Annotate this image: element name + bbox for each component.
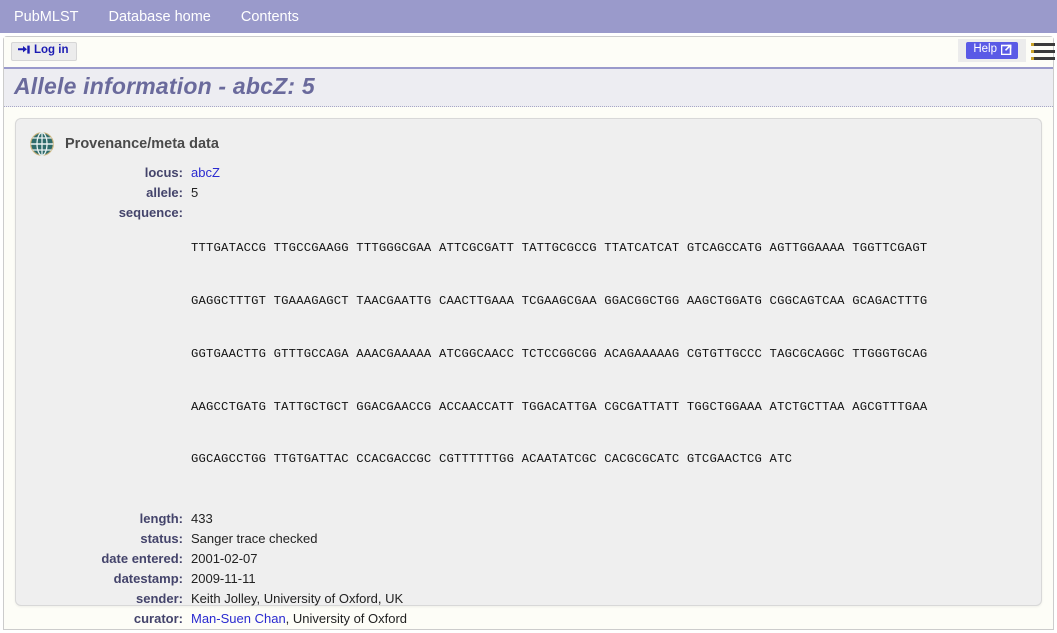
- globe-icon: [29, 131, 55, 157]
- provenance-heading: Provenance/meta data: [65, 136, 219, 152]
- field-value-sender: Keith Jolley, University of Oxford, UK: [191, 591, 404, 607]
- field-label-locus: locus:: [144, 165, 183, 180]
- sequence-value: TTTGATACCG TTGCCGAAGG TTTGGGCGAA ATTCGCG…: [191, 205, 927, 504]
- page-title-bar: Allele information - abcZ: 5: [4, 67, 1053, 107]
- top-navigation-bar: PubMLST Database home Contents: [0, 0, 1057, 33]
- field-label-datestamp: datestamp:: [113, 571, 183, 587]
- field-row-sender: sender: Keith Jolley, University of Oxfo…: [16, 591, 1041, 606]
- field-label-date-entered: date entered:: [101, 551, 183, 567]
- field-label-curator: curator:: [133, 611, 183, 627]
- field-row-locus: locus: abcZ: [16, 165, 1041, 180]
- sequence-line: GAGGCTTTGT TGAAAGAGCT TAACGAATTG CAACTTG…: [191, 293, 928, 308]
- field-label-allele: allele:: [146, 185, 183, 200]
- external-link-icon: [1000, 44, 1012, 56]
- field-row-date-entered: date entered: 2001-02-07: [16, 551, 1041, 566]
- field-value-date-entered: 2001-02-07: [191, 551, 258, 567]
- locus-link[interactable]: abcZ: [191, 165, 220, 180]
- field-label-status: status:: [140, 531, 183, 547]
- field-value-status: Sanger trace checked: [191, 531, 318, 547]
- provenance-section-header: Provenance/meta data: [16, 131, 1041, 157]
- hamburger-menu-icon[interactable]: [1029, 42, 1055, 60]
- help-button-container: Help: [958, 39, 1026, 62]
- login-button-label: Log in: [34, 44, 69, 56]
- field-value-locus: abcZ: [191, 165, 220, 180]
- nav-link-database-home[interactable]: Database home: [108, 9, 227, 25]
- field-value-allele: 5: [191, 185, 199, 200]
- field-label-length: length:: [139, 511, 183, 527]
- field-row-sequence: sequence: TTTGATACCG TTGCCGAAGG TTTGGGCG…: [16, 205, 1041, 504]
- field-label-sender: sender:: [136, 591, 183, 607]
- field-value-datestamp: 2009-11-11: [191, 571, 256, 587]
- curator-affiliation: , University of Oxford: [285, 611, 408, 627]
- field-row-datestamp: datestamp: 2009-11-11: [16, 571, 1041, 586]
- help-button-label: Help: [973, 43, 997, 55]
- toolbar: Log in Help: [4, 37, 1055, 67]
- field-row-curator: curator: Man-Suen Chan, University of Ox…: [16, 611, 1041, 626]
- field-row-status: status: Sanger trace checked: [16, 531, 1041, 546]
- sign-in-icon: [18, 45, 30, 56]
- field-value-length: 433: [191, 511, 213, 527]
- login-button[interactable]: Log in: [11, 42, 77, 61]
- sequence-line: TTTGATACCG TTGCCGAAGG TTTGGGCGAA ATTCGCG…: [191, 241, 928, 256]
- field-value-curator: Man-Suen Chan, University of Oxford: [191, 611, 407, 626]
- field-row-length: length: 433: [16, 511, 1041, 526]
- nav-link-pubmlst[interactable]: PubMLST: [14, 9, 95, 25]
- curator-link[interactable]: Man-Suen Chan: [191, 611, 286, 626]
- nav-link-contents[interactable]: Contents: [241, 9, 316, 25]
- page-title: Allele information - abcZ: 5: [14, 73, 315, 99]
- content-card: Provenance/meta data locus: abcZ allele:…: [15, 118, 1042, 626]
- field-row-allele: allele: 5: [16, 185, 1041, 200]
- sequence-line: AAGCCTGATG TATTGCTGCT GGACGAACCG ACCAACC…: [191, 399, 928, 414]
- field-label-sequence: sequence:: [118, 205, 183, 220]
- sequence-line: GGTGAACTTG GTTTGCCAGA AAACGAAAAA ATCGGCA…: [191, 346, 928, 361]
- main-panel: Log in Help Allele information - abcZ: 5: [3, 36, 1055, 630]
- sequence-line: GGCAGCCTGG TTGTGATTAC CCACGACCGC CGTTTTT…: [191, 452, 793, 467]
- help-button[interactable]: Help: [966, 42, 1018, 59]
